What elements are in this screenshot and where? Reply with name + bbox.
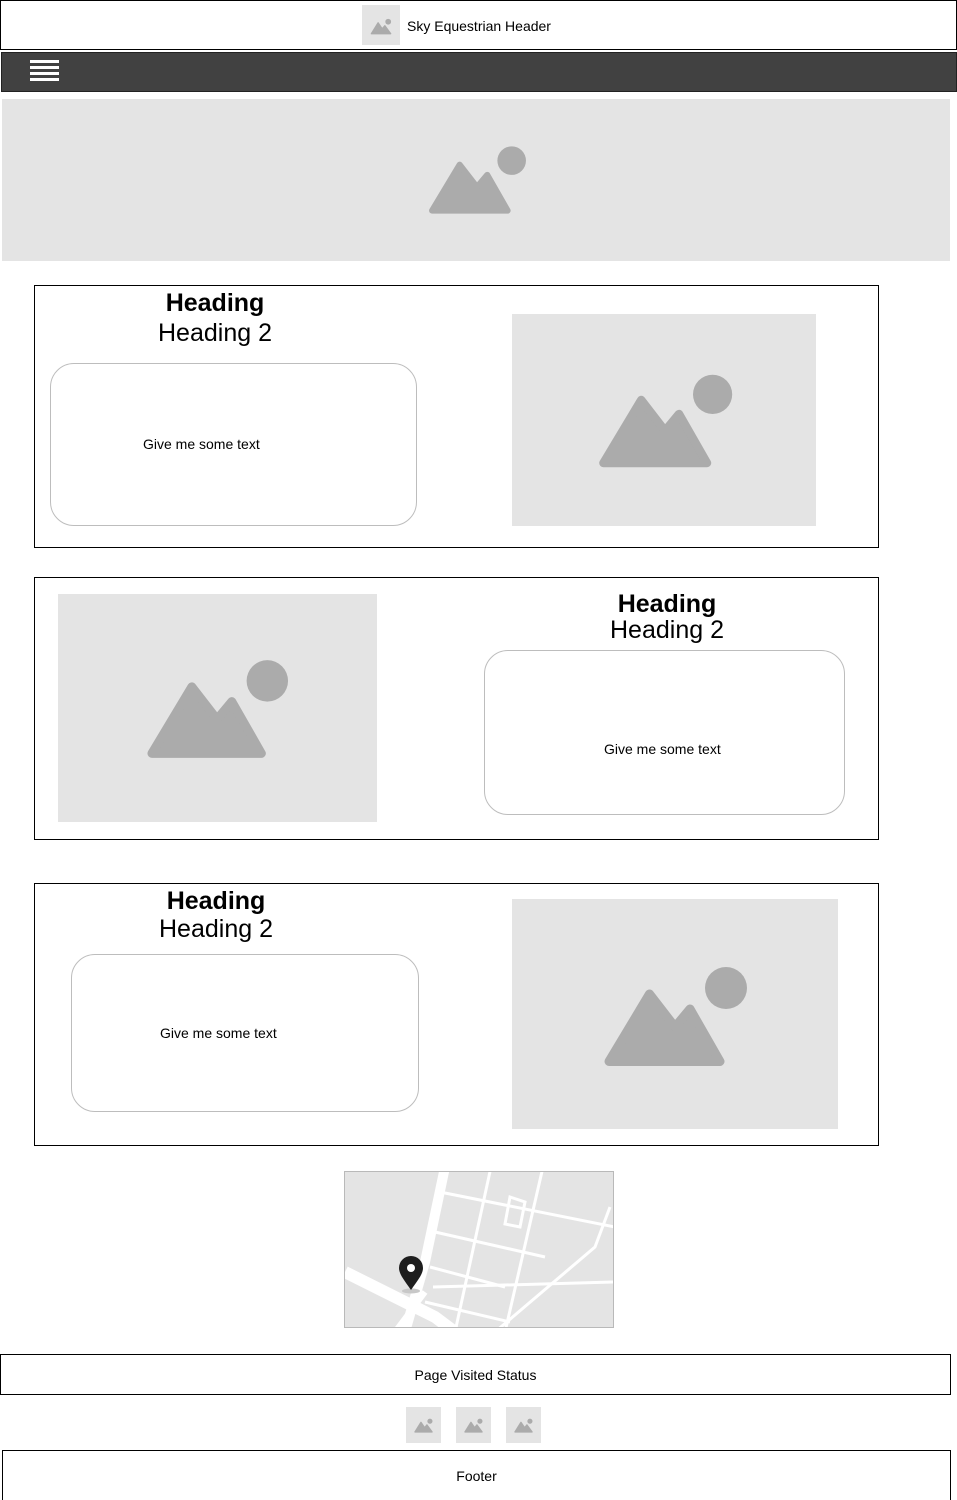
hero-image — [2, 99, 950, 261]
map-streets — [345, 1172, 613, 1327]
image-placeholder-icon — [604, 967, 747, 1066]
text-box-label: Give me some text — [143, 436, 260, 452]
site-title: Sky Equestrian Header — [407, 18, 551, 34]
image-placeholder-icon — [599, 374, 733, 468]
section-image — [58, 594, 377, 822]
text-box-label: Give me some text — [604, 741, 721, 757]
page-visited-status-label: Page Visited Status — [414, 1367, 537, 1383]
image-placeholder-icon — [414, 1418, 433, 1433]
social-link[interactable] — [406, 1407, 441, 1443]
social-link[interactable] — [506, 1407, 541, 1443]
section-heading: Heading — [617, 590, 717, 618]
section-image — [512, 314, 816, 526]
footer-label: Footer — [456, 1468, 497, 1484]
section-image — [512, 899, 838, 1129]
map[interactable] — [344, 1171, 614, 1328]
image-placeholder-icon — [514, 1418, 533, 1433]
navigation-bar — [1, 52, 957, 92]
image-placeholder-icon — [370, 18, 392, 35]
location-pin-icon — [399, 1256, 423, 1294]
image-placeholder-icon — [147, 660, 289, 758]
section-subheading: Heading 2 — [159, 915, 273, 943]
section-subheading: Heading 2 — [158, 319, 272, 347]
section-subheading: Heading 2 — [610, 616, 724, 644]
hamburger-menu-icon[interactable] — [28, 58, 61, 86]
section-heading: Heading — [166, 887, 266, 915]
section-heading: Heading — [165, 289, 265, 317]
image-placeholder-icon — [464, 1418, 483, 1433]
text-box — [484, 650, 845, 815]
image-placeholder-icon — [429, 146, 526, 214]
social-link[interactable] — [456, 1407, 491, 1443]
text-box-label: Give me some text — [160, 1025, 277, 1041]
logo[interactable] — [362, 5, 400, 45]
